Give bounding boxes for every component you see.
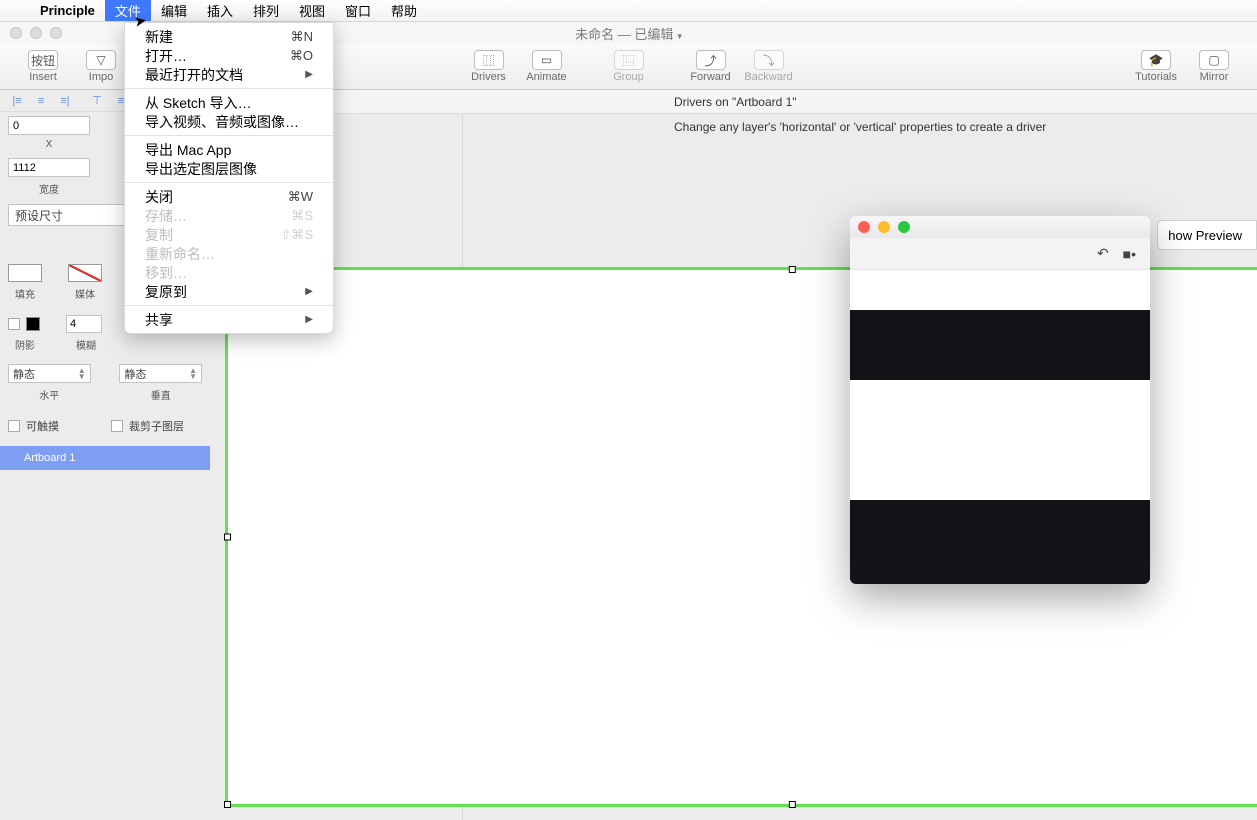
menu-insert[interactable]: 插入 bbox=[197, 0, 243, 21]
width-label: 宽度 bbox=[8, 181, 90, 196]
preview-close-icon[interactable] bbox=[858, 221, 870, 233]
menubar: Principle 文件 编辑 插入 排列 视图 窗口 帮助 bbox=[0, 0, 1257, 22]
touchable-checkbox[interactable] bbox=[8, 420, 20, 432]
clip-checkbox[interactable] bbox=[111, 420, 123, 432]
zoom-window-icon[interactable] bbox=[50, 27, 62, 39]
menu-item-共享[interactable]: 共享▶ bbox=[125, 310, 333, 329]
chevron-down-icon[interactable]: ▾ bbox=[677, 31, 682, 41]
menu-item-导出 Mac App[interactable]: 导出 Mac App bbox=[125, 140, 333, 159]
preview-window[interactable]: ↶ ■• bbox=[850, 216, 1150, 584]
v-scroll-label: 垂直 bbox=[119, 387, 202, 402]
toolbar-tutorials[interactable]: 🎓 Tutorials bbox=[1127, 44, 1185, 90]
handle-ml[interactable] bbox=[224, 534, 231, 541]
shadow-label: 阴影 bbox=[8, 337, 42, 352]
drivers-hint: Change any layer's 'horizontal' or 'vert… bbox=[210, 114, 1257, 134]
touchable-label: 可触摸 bbox=[26, 418, 59, 434]
menu-view[interactable]: 视图 bbox=[289, 0, 335, 21]
menu-item-重新命名…: 重新命名… bbox=[125, 244, 333, 263]
h-scroll-label: 水平 bbox=[8, 387, 91, 402]
menu-item-最近打开的文档[interactable]: 最近打开的文档▶ bbox=[125, 65, 333, 84]
menu-item-新建[interactable]: 新建⌘N bbox=[125, 27, 333, 46]
minimize-window-icon[interactable] bbox=[30, 27, 42, 39]
preview-titlebar[interactable] bbox=[850, 216, 1150, 238]
handle-tm[interactable] bbox=[788, 266, 795, 273]
align-center-icon[interactable]: ≡ bbox=[32, 93, 50, 109]
show-preview-button[interactable]: how Preview bbox=[1157, 220, 1257, 250]
menu-edit[interactable]: 编辑 bbox=[151, 0, 197, 21]
fill-label: 填充 bbox=[8, 286, 42, 301]
toolbar-mirror[interactable]: ▢ Mirror bbox=[1185, 44, 1243, 90]
handle-bl[interactable] bbox=[224, 801, 231, 808]
menu-arrange[interactable]: 排列 bbox=[243, 0, 289, 21]
menu-file[interactable]: 文件 bbox=[105, 0, 151, 21]
x-input[interactable] bbox=[8, 116, 90, 135]
menu-item-关闭[interactable]: 关闭⌘W bbox=[125, 187, 333, 206]
menu-separator bbox=[125, 305, 333, 306]
insert-icon: 按钮 bbox=[28, 50, 58, 70]
h-scroll-select[interactable]: 静态▲▼ bbox=[8, 364, 91, 383]
preview-stripe-1 bbox=[850, 310, 1150, 380]
app-name[interactable]: Principle bbox=[30, 3, 105, 18]
menu-item-导出选定图层图像[interactable]: 导出选定图层图像 bbox=[125, 159, 333, 178]
media-label: 媒体 bbox=[68, 286, 102, 301]
animate-icon: ▭ bbox=[532, 50, 562, 70]
drivers-title: Drivers on "Artboard 1" bbox=[210, 90, 1257, 114]
preview-stripe-2 bbox=[850, 500, 1150, 584]
menu-window[interactable]: 窗口 bbox=[335, 0, 381, 21]
tutorials-icon: 🎓 bbox=[1141, 50, 1171, 70]
align-right-icon[interactable]: ≡| bbox=[56, 93, 74, 109]
toolbar-import[interactable]: ▽ Impo bbox=[72, 44, 130, 90]
preview-body[interactable] bbox=[850, 270, 1150, 584]
media-swatch[interactable] bbox=[68, 264, 102, 282]
toolbar-drivers[interactable]: ⿲ Drivers bbox=[460, 44, 518, 90]
undo-icon[interactable]: ↶ bbox=[1097, 245, 1109, 262]
menu-item-存储…: 存储…⌘S bbox=[125, 206, 333, 225]
x-label: X bbox=[8, 139, 90, 150]
shadow-checkbox[interactable] bbox=[8, 318, 20, 330]
menu-item-复制: 复制⇧⌘S bbox=[125, 225, 333, 244]
preview-zoom-icon[interactable] bbox=[898, 221, 910, 233]
align-top-icon[interactable]: ⊤ bbox=[88, 93, 106, 109]
blur-input[interactable] bbox=[66, 315, 102, 333]
blur-label: 模糊 bbox=[68, 337, 104, 352]
import-icon: ▽ bbox=[86, 50, 116, 70]
backward-icon: ⤵ bbox=[754, 50, 784, 70]
fill-swatch[interactable] bbox=[8, 264, 42, 282]
menu-item-打开…[interactable]: 打开…⌘O bbox=[125, 46, 333, 65]
menu-help[interactable]: 帮助 bbox=[381, 0, 427, 21]
menu-separator bbox=[125, 135, 333, 136]
preview-toolbar: ↶ ■• bbox=[850, 238, 1150, 270]
menu-item-导入视频、音频或图像…[interactable]: 导入视频、音频或图像… bbox=[125, 112, 333, 131]
menu-separator bbox=[125, 88, 333, 89]
align-left-icon[interactable]: |≡ bbox=[8, 93, 26, 109]
layer-artboard-1[interactable]: Artboard 1 bbox=[0, 446, 210, 470]
toolbar-backward: ⤵ Backward bbox=[740, 44, 798, 90]
toolbar-animate[interactable]: ▭ Animate bbox=[518, 44, 576, 90]
file-menu-dropdown: 新建⌘N打开…⌘O最近打开的文档▶ 从 Sketch 导入…导入视频、音频或图像…… bbox=[124, 22, 334, 334]
shadow-color[interactable] bbox=[26, 317, 40, 331]
group-icon: ⿺ bbox=[614, 50, 644, 70]
menu-item-移到…: 移到… bbox=[125, 263, 333, 282]
handle-bm[interactable] bbox=[788, 801, 795, 808]
toolbar-group: ⿺ Group bbox=[600, 44, 658, 90]
preview-minimize-icon[interactable] bbox=[878, 221, 890, 233]
drivers-icon: ⿲ bbox=[474, 50, 504, 70]
menu-item-从 Sketch 导入…[interactable]: 从 Sketch 导入… bbox=[125, 93, 333, 112]
traffic-lights[interactable] bbox=[10, 27, 62, 39]
close-window-icon[interactable] bbox=[10, 27, 22, 39]
forward-icon: ⤴ bbox=[696, 50, 726, 70]
toolbar-insert[interactable]: 按钮 Insert bbox=[14, 44, 72, 90]
width-input[interactable] bbox=[8, 158, 90, 177]
clip-label: 裁剪子图层 bbox=[129, 418, 184, 434]
menu-item-复原到[interactable]: 复原到▶ bbox=[125, 282, 333, 301]
toolbar-forward[interactable]: ⤴ Forward bbox=[682, 44, 740, 90]
v-scroll-select[interactable]: 静态▲▼ bbox=[119, 364, 202, 383]
menu-separator bbox=[125, 182, 333, 183]
mirror-icon: ▢ bbox=[1199, 50, 1229, 70]
record-icon[interactable]: ■• bbox=[1123, 246, 1136, 262]
